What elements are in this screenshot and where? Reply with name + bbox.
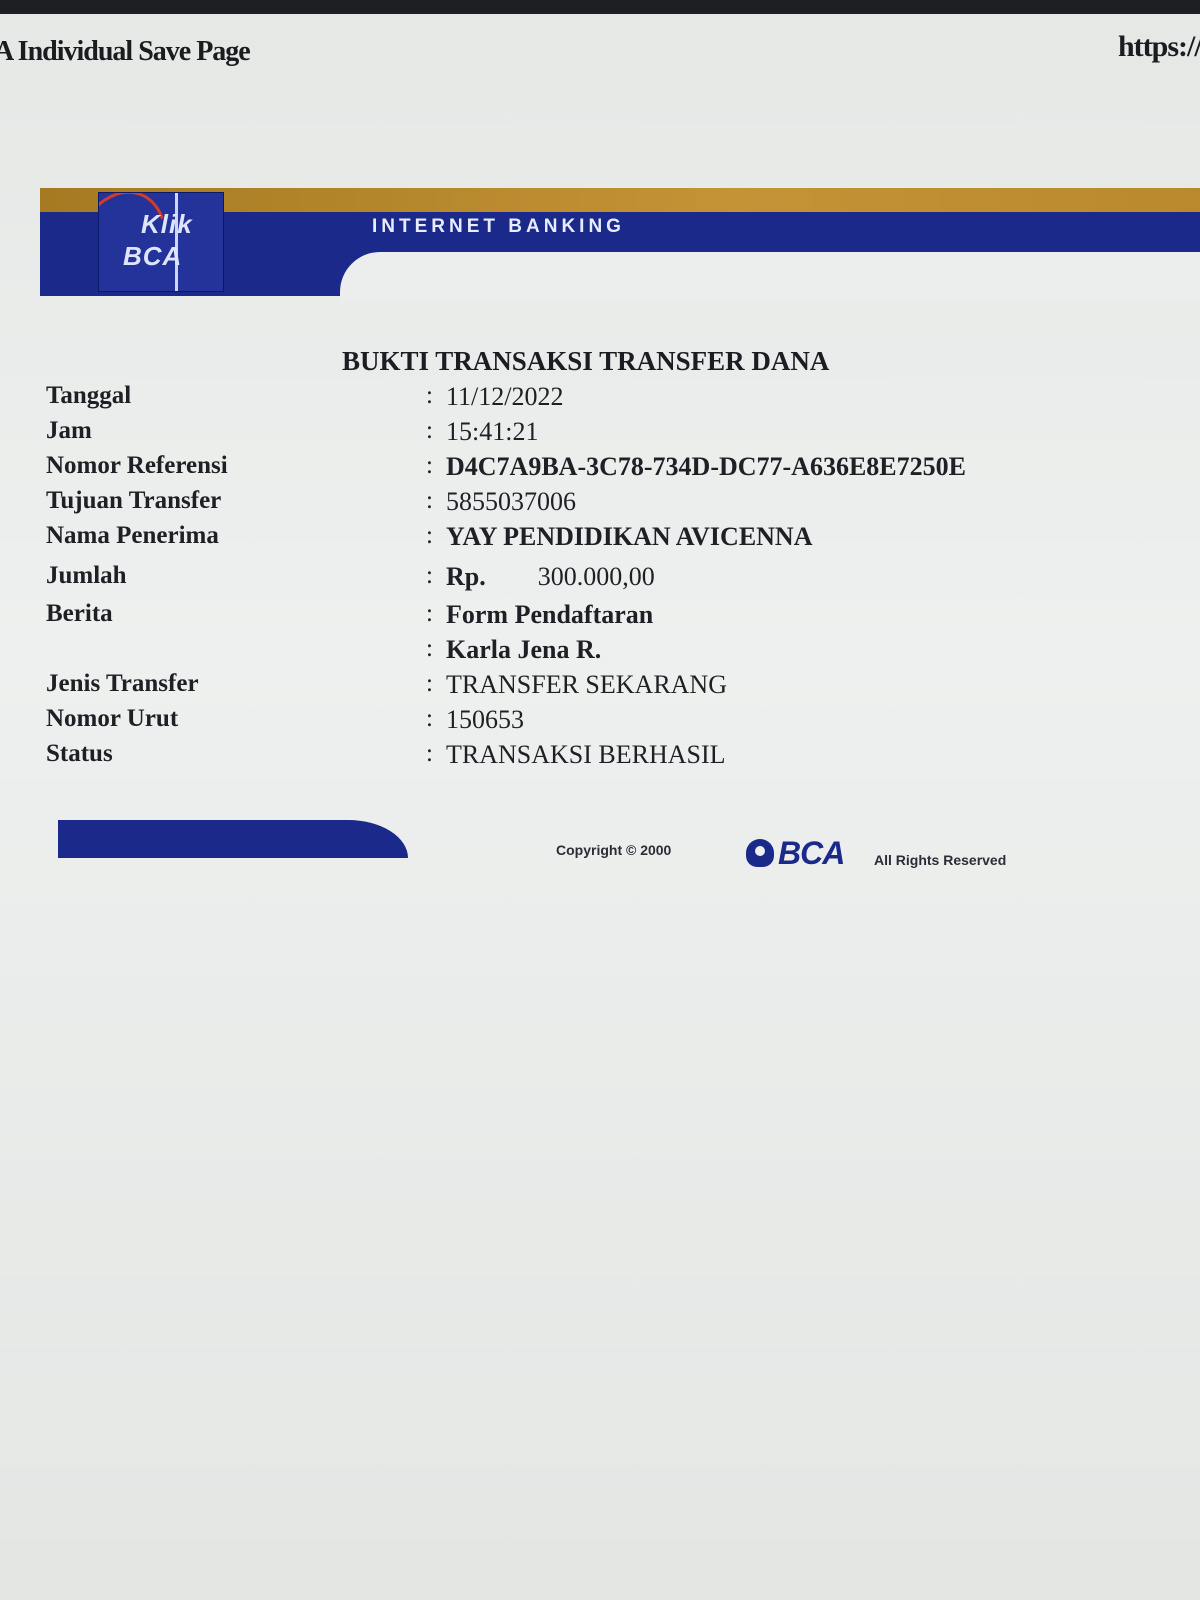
- field-label: Nomor Referensi: [46, 452, 228, 479]
- logo-bca-text: BCA: [123, 241, 183, 271]
- field-label: Nomor Urut: [46, 705, 179, 732]
- field-row-status: Status : TRANSAKSI BERHASIL: [46, 740, 1146, 775]
- logo-klik-text: Klik: [141, 209, 193, 239]
- field-colon: :: [426, 705, 433, 732]
- field-label: Jumlah: [46, 562, 127, 589]
- bca-logo-icon: [746, 839, 774, 867]
- printed-page: A Individual Save Page https:// Klik BCA…: [0, 14, 1200, 1600]
- field-label: Tujuan Transfer: [46, 487, 222, 514]
- field-colon: :: [426, 670, 433, 697]
- field-label: Berita: [46, 600, 113, 627]
- field-colon: :: [426, 740, 433, 767]
- field-value: TRANSFER SEKARANG: [446, 670, 727, 699]
- field-row-tanggal: Tanggal : 11/12/2022: [46, 382, 1146, 417]
- field-row-nomor-urut: Nomor Urut : 150653: [46, 705, 1146, 740]
- receipt-details: Tanggal : 11/12/2022 Jam : 15:41:21 Nomo…: [46, 382, 1146, 775]
- field-row-tujuan-transfer: Tujuan Transfer : 5855037006: [46, 487, 1146, 522]
- field-value: 11/12/2022: [446, 382, 564, 411]
- field-value: Form Pendaftaran: [446, 600, 654, 629]
- internet-banking-banner: Klik BCA INTERNET BANKING: [40, 188, 1200, 302]
- field-colon: :: [426, 635, 433, 662]
- screen-bezel-edge: [0, 0, 1200, 14]
- field-label: Tanggal: [46, 382, 132, 409]
- field-row-jenis-transfer: Jenis Transfer : TRANSFER SEKARANG: [46, 670, 1146, 705]
- klikbca-logo: Klik BCA: [98, 192, 224, 292]
- field-row-jumlah: Jumlah : Rp. 300.000,00: [46, 562, 1146, 600]
- field-colon: :: [426, 382, 433, 409]
- amount-currency: Rp.: [446, 562, 486, 591]
- field-row-jam: Jam : 15:41:21: [46, 417, 1146, 452]
- field-row-berita-line2: : Karla Jena R.: [46, 635, 1146, 670]
- field-value: YAY PENDIDIKAN AVICENNA: [446, 522, 813, 551]
- field-label: Jam: [46, 417, 92, 444]
- field-colon: :: [426, 487, 433, 514]
- field-label: Nama Penerima: [46, 522, 219, 549]
- field-value: Karla Jena R.: [446, 635, 602, 664]
- field-value: 5855037006: [446, 487, 576, 516]
- field-value: 15:41:21: [446, 417, 539, 446]
- field-value: D4C7A9BA-3C78-734D-DC77-A636E8E7250E: [446, 452, 966, 481]
- amount-number: 300.000,00: [537, 562, 655, 591]
- amount-value: Rp. 300.000,00: [446, 562, 655, 592]
- bca-footer-logo: BCA: [746, 834, 845, 871]
- rights-text: All Rights Reserved: [874, 852, 1007, 868]
- receipt-title: BUKTI TRANSAKSI TRANSFER DANA: [342, 346, 830, 376]
- internet-banking-label: INTERNET BANKING: [372, 216, 625, 237]
- print-header-url: https://: [1118, 30, 1200, 63]
- print-header-title: A Individual Save Page: [0, 36, 251, 67]
- footer-bar: [58, 820, 408, 858]
- field-label: Status: [46, 740, 113, 767]
- field-row-nama-penerima: Nama Penerima : YAY PENDIDIKAN AVICENNA: [46, 522, 1146, 562]
- field-row-nomor-referensi: Nomor Referensi : D4C7A9BA-3C78-734D-DC7…: [46, 452, 1146, 487]
- field-colon: :: [426, 522, 433, 549]
- bca-logo-text: BCA: [778, 834, 845, 871]
- field-colon: :: [426, 417, 433, 444]
- footer-bar-fill: [58, 820, 328, 858]
- field-colon: :: [426, 562, 433, 589]
- field-value: TRANSAKSI BERHASIL: [446, 740, 726, 769]
- footer-bar-tail: [308, 820, 408, 858]
- field-label: Jenis Transfer: [46, 670, 199, 697]
- field-row-berita: Berita : Form Pendaftaran: [46, 600, 1146, 635]
- copyright-text: Copyright © 2000: [556, 842, 672, 858]
- field-colon: :: [426, 600, 433, 627]
- banner-curve: [340, 252, 1200, 302]
- field-value: 150653: [446, 705, 524, 734]
- field-colon: :: [426, 452, 433, 479]
